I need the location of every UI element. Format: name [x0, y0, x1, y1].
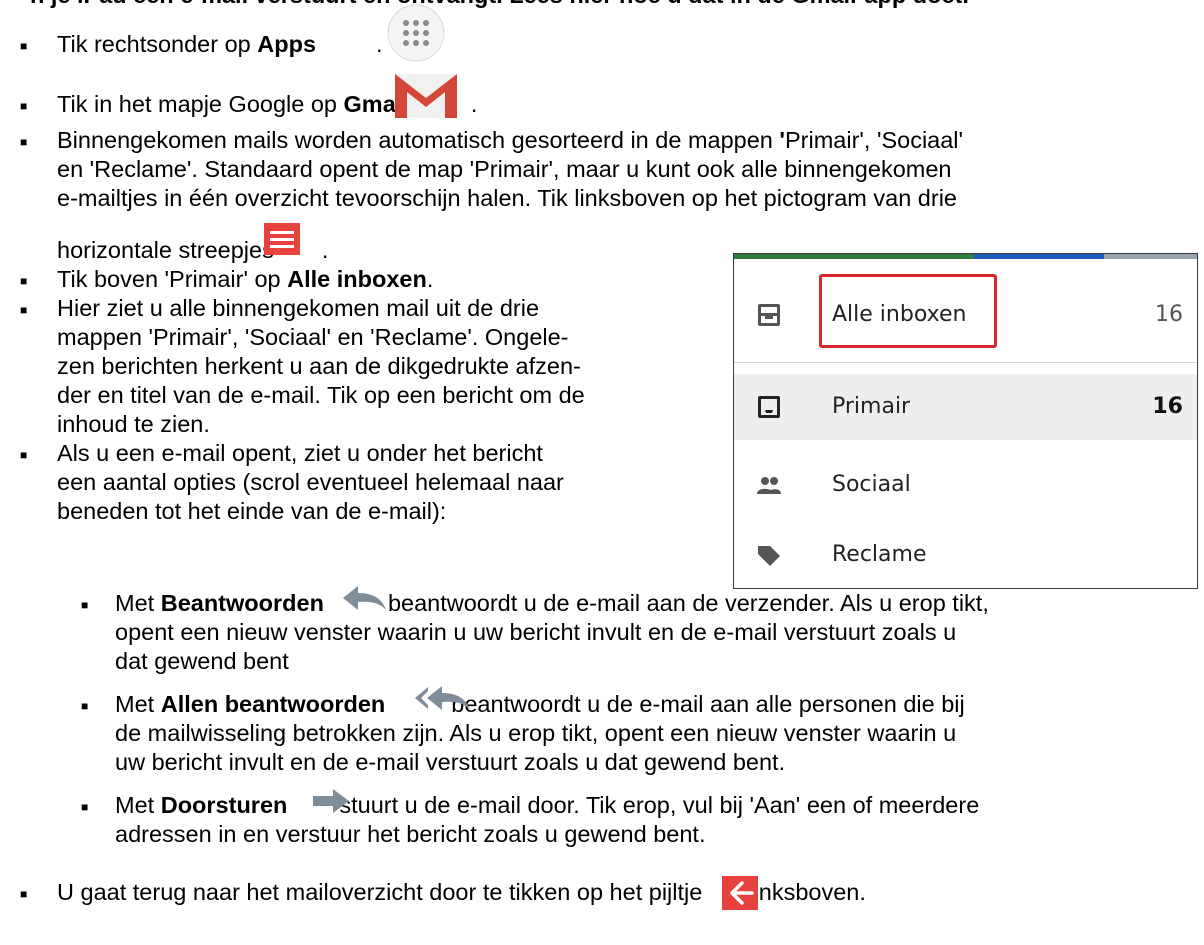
option-doorsturen-line2: adressen in en verstuur het bericht zoal… — [115, 821, 706, 847]
drawer-row-primair[interactable]: Primair 16 — [734, 374, 1197, 440]
step-opent-line3: beneden tot het einde van de e-mail): — [57, 498, 447, 524]
apps-icon — [387, 4, 445, 62]
drawer-row-label: Sociaal — [832, 472, 911, 497]
gmail-drawer-screenshot: Alle inboxen 16 Primair 16 Sociaal Recla… — [733, 253, 1198, 589]
all-inboxes-icon — [758, 304, 780, 326]
hamburger-menu-icon — [264, 223, 300, 255]
sub-bullet-marker: ■ — [81, 598, 89, 612]
people-icon — [757, 477, 781, 494]
step-alle-inboxen: Tik boven 'Primair' op Alle inboxen. — [57, 266, 434, 292]
step-hier-line2: mappen 'Primair', 'Sociaal' en 'Reclame'… — [57, 324, 569, 350]
step-opent-line1: Als u een e-mail opent, ziet u onder het… — [57, 440, 543, 466]
step-hier-line5: inhoud te zien. — [57, 411, 210, 437]
step-sorted-line2: en 'Reclame'. Standaard opent de map 'Pr… — [57, 156, 952, 182]
drawer-top-bar — [1104, 254, 1197, 259]
bullet-marker: ■ — [20, 135, 28, 149]
drawer-row-count: 16 — [1152, 394, 1183, 419]
option-beantwoorden-line2: opent een nieuw venster waarin u uw beri… — [115, 619, 957, 645]
option-beantwoorden-line3: dat gewend bent — [115, 648, 289, 674]
drawer-top-bar — [734, 254, 974, 259]
sub-bullet-marker: ■ — [81, 699, 89, 713]
drawer-row-label: Reclame — [832, 542, 927, 567]
step-hier-line4: der en titel van de e-mail. Tik op een b… — [57, 382, 585, 408]
cut-off-top-line: n je iPad een e-mail verstuurt en ontvan… — [30, 0, 969, 10]
back-arrow-icon — [722, 876, 758, 910]
option-beantwoorden-line1: Met Beantwoorden beantwoordt u de e-mail … — [115, 590, 989, 616]
highlight-box — [819, 274, 997, 348]
drawer-row-reclame[interactable]: Reclame — [734, 522, 1197, 588]
inbox-icon — [758, 396, 780, 418]
sub-bullet-marker: ■ — [81, 800, 89, 814]
gmail-icon — [395, 74, 457, 118]
step-hier-line3: zen berichten herkent u aan de dikgedruk… — [57, 353, 581, 379]
option-allen-line2: de mailwisseling betrokken zijn. Als u e… — [115, 720, 957, 746]
option-doorsturen-line1: Met Doorsturen stuurt u de e-mail door. T… — [115, 792, 980, 818]
reply-icon — [343, 586, 386, 610]
drawer-row-label: Primair — [832, 394, 911, 419]
step-sorted-line1: Binnengekomen mails worden automatisch g… — [57, 127, 964, 153]
step-apps: Tik rechtsonder op Apps. — [57, 31, 383, 57]
tag-icon — [758, 546, 780, 566]
forward-arrow-icon — [313, 789, 349, 813]
bullet-marker: ■ — [20, 39, 28, 53]
drawer-top-bar — [974, 254, 1104, 259]
step-opent-line2: een aantal opties (scrol eventueel helem… — [57, 469, 564, 495]
bullet-marker: ■ — [20, 303, 28, 317]
bullet-marker: ■ — [20, 887, 28, 901]
step-sorted-line3: e-mailtjes in één overzicht tevoorschijn… — [57, 185, 957, 211]
bullet-marker: ■ — [20, 274, 28, 288]
drawer-row-count: 16 — [1155, 302, 1183, 327]
drawer-divider — [734, 362, 1197, 363]
option-allen-line1: Met Allen beantwoorden beantwoordt u de e… — [115, 691, 965, 717]
option-allen-line3: uw bericht invult en de e-mail verstuurt… — [115, 749, 786, 775]
step-hier-line1: Hier ziet u alle binnengekomen mail uit … — [57, 295, 540, 321]
bullet-marker: ■ — [20, 99, 28, 113]
drawer-row-sociaal[interactable]: Sociaal — [734, 452, 1197, 518]
bullet-marker: ■ — [20, 448, 28, 462]
reply-all-icon — [415, 686, 470, 710]
